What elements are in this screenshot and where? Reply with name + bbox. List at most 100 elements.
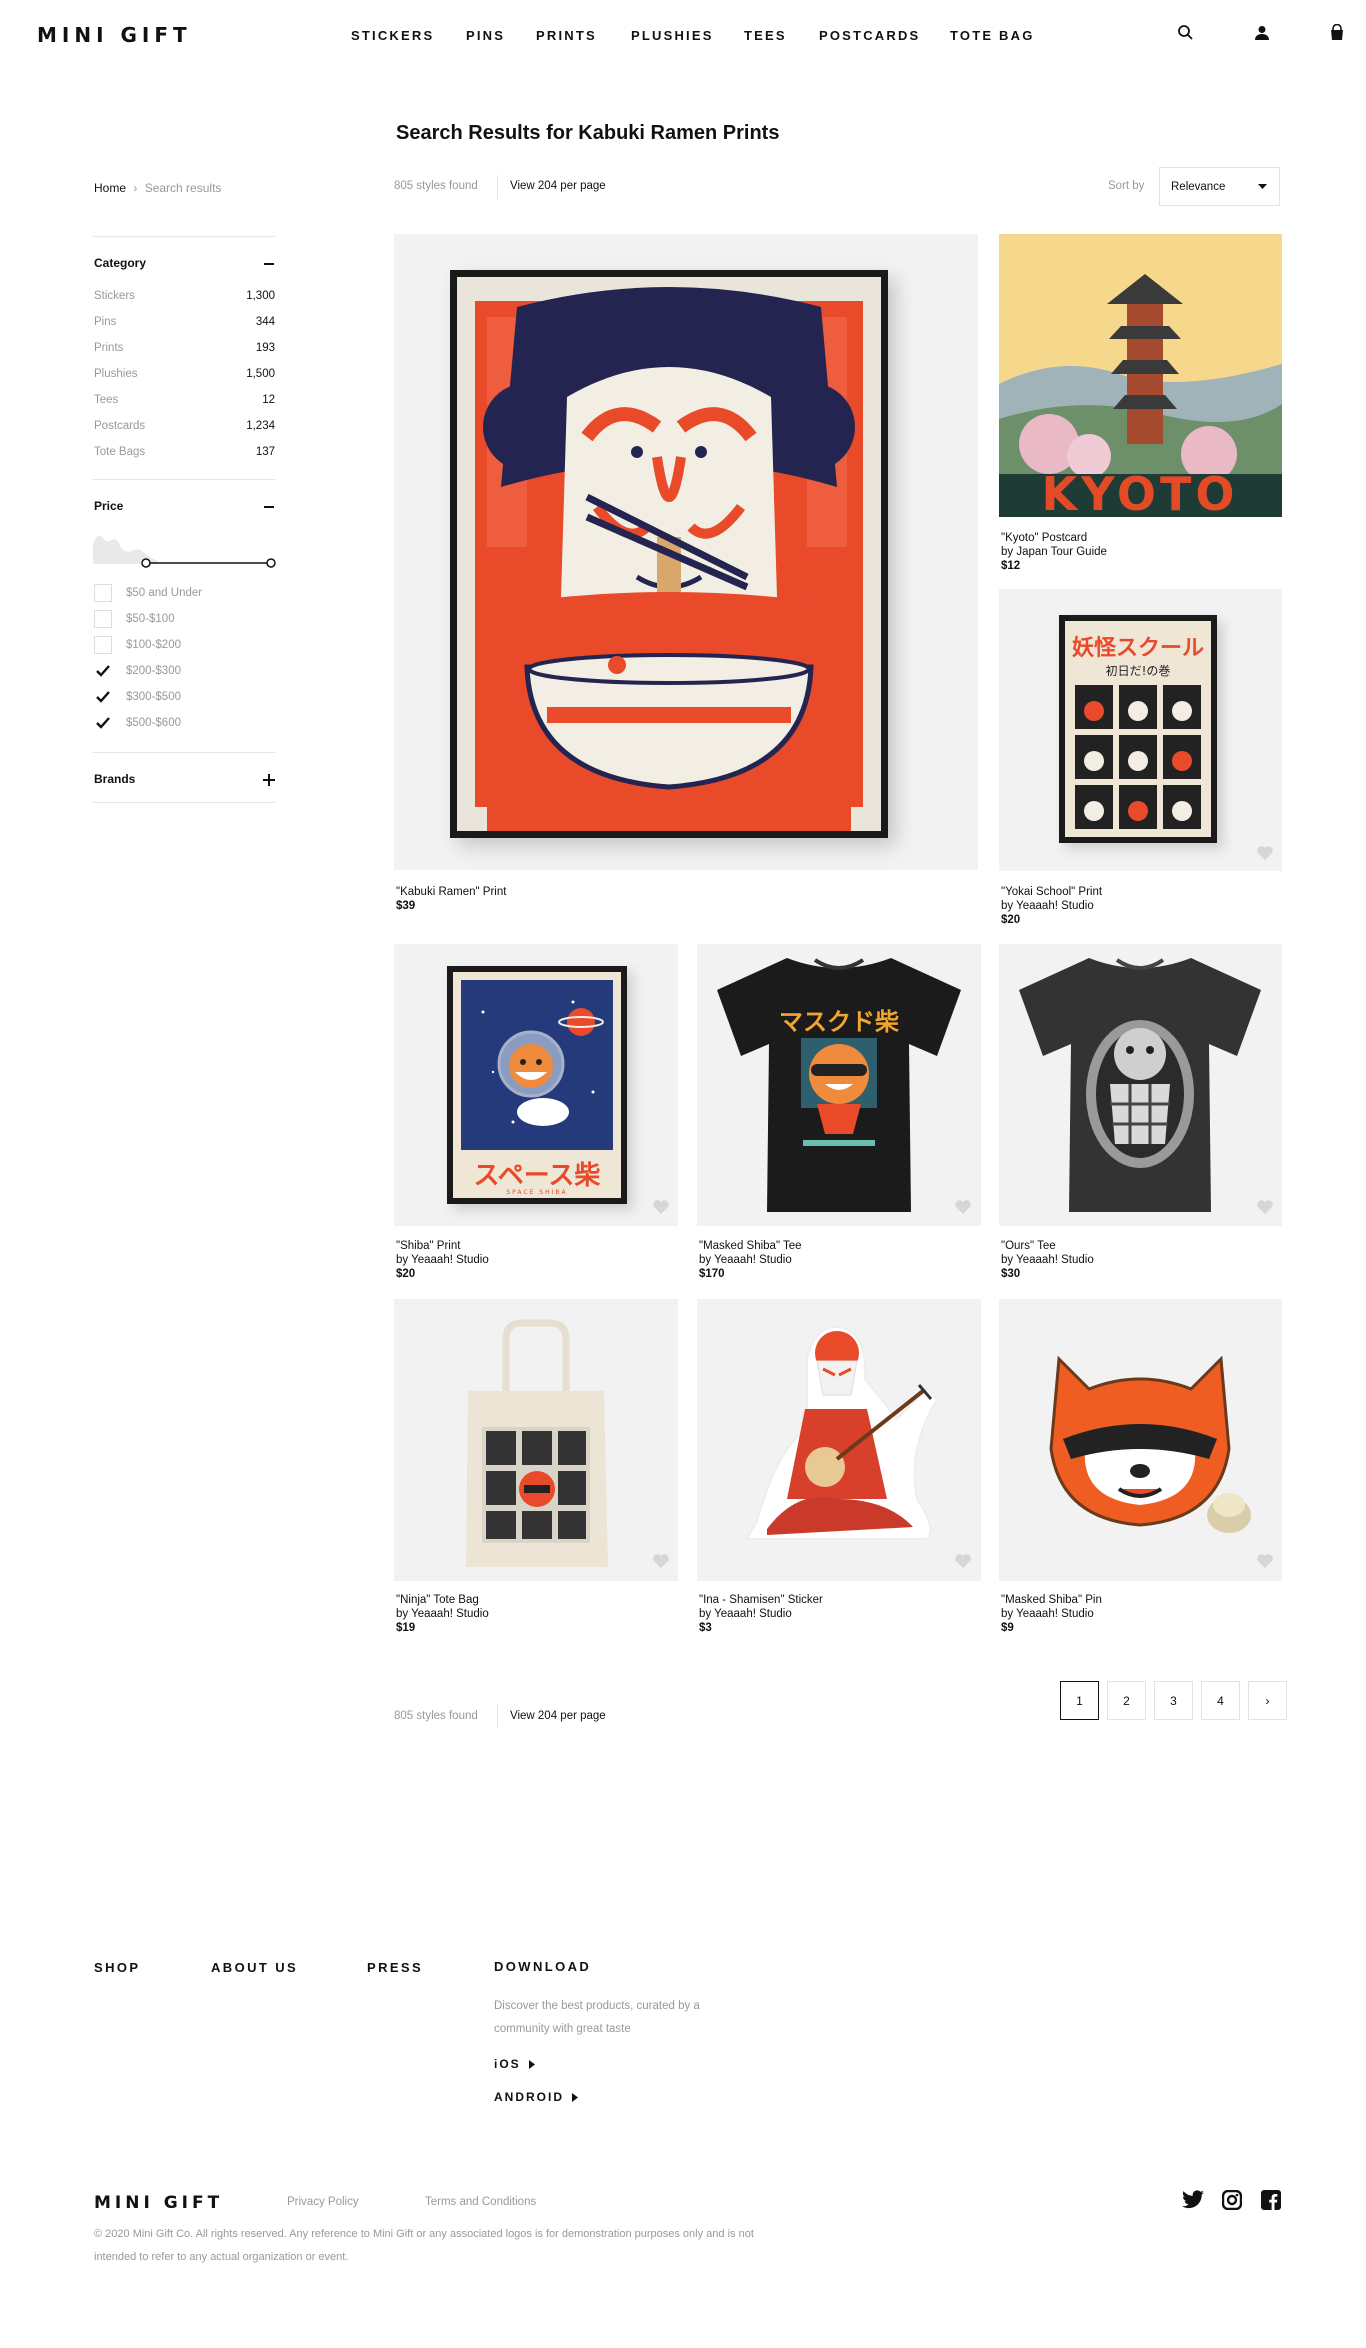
breadcrumb-home[interactable]: Home (94, 181, 126, 195)
price-option[interactable]: $200-$300 (94, 661, 181, 681)
heart-icon[interactable] (1256, 1553, 1274, 1569)
product-title[interactable]: "Kabuki Ramen" Print (396, 885, 506, 899)
price-option[interactable]: $500-$600 (94, 713, 181, 733)
product-image-ninja-tote[interactable] (394, 1299, 678, 1581)
terms-link[interactable]: Terms and Conditions (425, 2196, 536, 2208)
product-price: $39 (396, 900, 416, 912)
checkbox-checked[interactable] (94, 688, 112, 706)
product-brand[interactable]: by Yeaaah! Studio (396, 1607, 489, 1621)
bag-icon[interactable] (1328, 23, 1348, 44)
product-brand[interactable]: by Yeaaah! Studio (396, 1253, 489, 1267)
breadcrumb-current: Search results (144, 181, 222, 195)
nav-postcards[interactable]: POSTCARDS (819, 28, 920, 43)
checkbox[interactable] (94, 584, 112, 602)
product-brand[interactable]: by Japan Tour Guide (1001, 545, 1107, 559)
per-page-toggle-bottom[interactable]: View 204 per page (510, 1710, 606, 1722)
footer-link-shop[interactable]: SHOP (94, 1960, 140, 1975)
product-caption: "Ours" Tee by Yeaaah! Studio $30 (1001, 1239, 1094, 1281)
heart-icon[interactable] (954, 1199, 972, 1215)
nav-tote-bag[interactable]: TOTE BAG (950, 28, 1035, 43)
price-range-slider[interactable] (93, 528, 277, 568)
category-item[interactable]: Prints 193 (94, 342, 275, 354)
heart-icon[interactable] (954, 1553, 972, 1569)
product-title[interactable]: "Masked Shiba" Tee (699, 1239, 802, 1253)
per-page-toggle[interactable]: View 204 per page (510, 180, 606, 192)
product-title[interactable]: "Yokai School" Print (1001, 885, 1102, 899)
nav-prints[interactable]: PRINTS (536, 28, 597, 43)
heart-icon[interactable] (652, 1199, 670, 1215)
category-item[interactable]: Plushies 1,500 (94, 368, 275, 380)
product-brand[interactable]: by Yeaaah! Studio (1001, 1607, 1102, 1621)
footer-link-about[interactable]: ABOUT US (211, 1960, 298, 1975)
category-heading[interactable]: Category (94, 256, 146, 270)
price-option[interactable]: $100-$200 (94, 635, 181, 655)
product-title[interactable]: "Ina - Shamisen" Sticker (699, 1593, 823, 1607)
category-item[interactable]: Tees 12 (94, 394, 275, 406)
price-option[interactable]: $300-$500 (94, 687, 181, 707)
product-title[interactable]: "Kyoto" Postcard (1001, 531, 1107, 545)
heart-icon[interactable] (652, 1553, 670, 1569)
nav-stickers[interactable]: STICKERS (351, 28, 434, 43)
breadcrumb-separator: › (133, 181, 138, 195)
checkbox-checked[interactable] (94, 662, 112, 680)
twitter-icon[interactable] (1181, 2190, 1205, 2215)
page-button-2[interactable]: 2 (1107, 1681, 1146, 1720)
brands-heading[interactable]: Brands (94, 772, 135, 786)
divider (497, 175, 498, 199)
product-title[interactable]: "Shiba" Print (396, 1239, 489, 1253)
page-button-1[interactable]: 1 (1060, 1681, 1099, 1720)
sort-select[interactable]: Relevance (1159, 167, 1280, 206)
heart-icon[interactable] (1256, 845, 1274, 861)
footer-link-press[interactable]: PRESS (367, 1960, 423, 1975)
product-title[interactable]: "Ours" Tee (1001, 1239, 1094, 1253)
copyright: © 2020 Mini Gift Co. All rights reserved… (94, 2228, 754, 2263)
nav-pins[interactable]: PINS (466, 28, 505, 43)
product-image-masked-shiba-pin[interactable] (999, 1299, 1282, 1581)
privacy-policy-link[interactable]: Privacy Policy (287, 2196, 359, 2208)
product-image-ina-sticker[interactable] (697, 1299, 981, 1581)
category-item[interactable]: Postcards 1,234 (94, 420, 275, 432)
price-option[interactable]: $50 and Under (94, 583, 202, 603)
facebook-icon[interactable] (1261, 2190, 1281, 2215)
product-image-yokai-school[interactable]: 妖怪スクール 初日だ!の巻 (999, 589, 1282, 871)
category-item[interactable]: Pins 344 (94, 316, 275, 328)
android-link[interactable]: ANDROID (494, 2090, 578, 2104)
product-brand[interactable]: by Yeaaah! Studio (699, 1253, 802, 1267)
caret-right-icon (572, 2092, 578, 2102)
checkbox[interactable] (94, 636, 112, 654)
footer-logo[interactable]: MINI GIFT (94, 2193, 223, 2213)
product-brand[interactable]: by Yeaaah! Studio (699, 1607, 823, 1621)
user-icon[interactable] (1253, 24, 1273, 44)
expand-brands-icon[interactable] (263, 773, 275, 791)
page-button-4[interactable]: 4 (1201, 1681, 1240, 1720)
product-title[interactable]: "Masked Shiba" Pin (1001, 1593, 1102, 1607)
category-item[interactable]: Stickers 1,300 (94, 290, 275, 302)
checkbox[interactable] (94, 610, 112, 628)
product-image-kyoto[interactable]: KYOTO (999, 234, 1282, 517)
price-heading[interactable]: Price (94, 499, 123, 513)
collapse-category-icon[interactable] (264, 263, 274, 265)
product-price: $19 (396, 1622, 416, 1634)
product-image-ours-tee[interactable] (999, 944, 1282, 1226)
next-page-button[interactable]: › (1248, 1681, 1287, 1720)
product-brand[interactable]: by Yeaaah! Studio (1001, 899, 1102, 913)
search-icon[interactable] (1177, 24, 1197, 44)
chevron-right-icon: › (1265, 1693, 1270, 1708)
chevron-down-icon (1258, 184, 1267, 189)
heart-icon[interactable] (1256, 1199, 1274, 1215)
product-image-masked-shiba-tee[interactable]: マスクド柴 (697, 944, 981, 1226)
ios-link[interactable]: iOS (494, 2057, 535, 2071)
product-title[interactable]: "Ninja" Tote Bag (396, 1593, 489, 1607)
collapse-price-icon[interactable] (264, 506, 274, 508)
product-image-shiba-print[interactable]: スペース柴 SPACE SHIBA (394, 944, 678, 1226)
page-button-3[interactable]: 3 (1154, 1681, 1193, 1720)
brand-logo[interactable]: MINI GIFT (37, 23, 192, 47)
nav-tees[interactable]: TEES (744, 28, 787, 43)
product-brand[interactable]: by Yeaaah! Studio (1001, 1253, 1094, 1267)
category-item[interactable]: Tote Bags 137 (94, 446, 275, 458)
nav-plushies[interactable]: PLUSHIES (631, 28, 714, 43)
product-image-kabuki-ramen[interactable] (394, 234, 978, 870)
checkbox-checked[interactable] (94, 714, 112, 732)
instagram-icon[interactable] (1221, 2189, 1243, 2215)
price-option[interactable]: $50-$100 (94, 609, 175, 629)
